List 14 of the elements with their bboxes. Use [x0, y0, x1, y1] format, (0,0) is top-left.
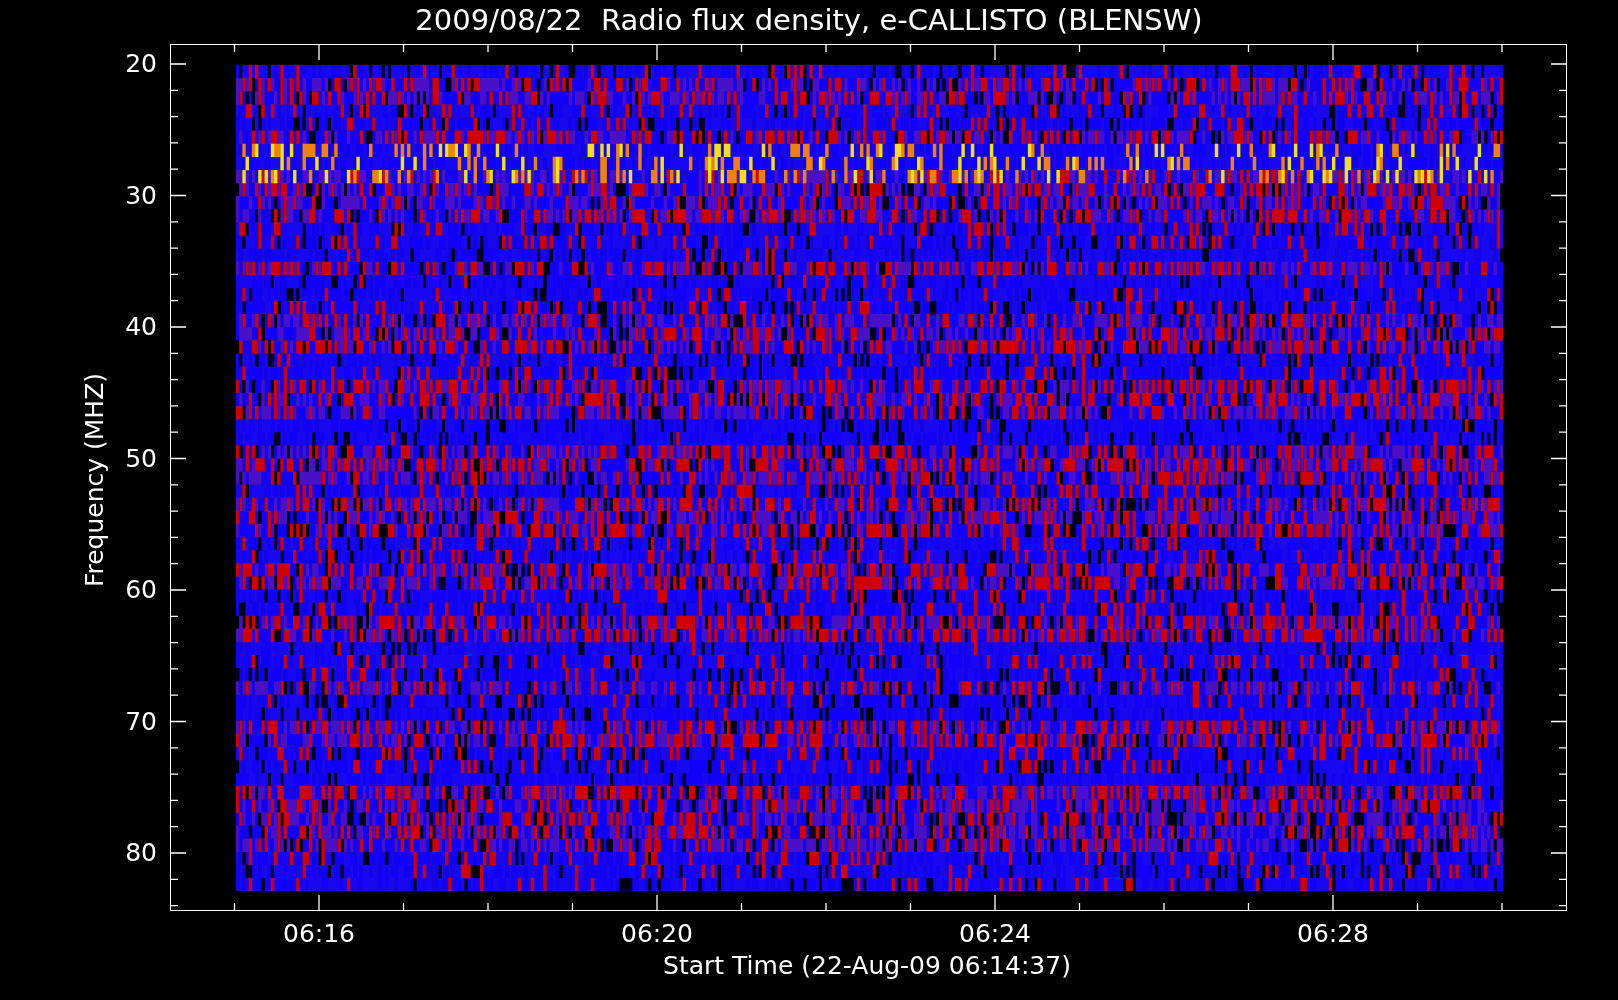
y-tick-label: 40 [125, 313, 157, 341]
y-tick-label: 70 [125, 707, 157, 736]
x-axis-label: Start Time (22-Aug-09 06:14:37) [663, 952, 1071, 980]
chart-title: 2009/08/22 Radio flux density, e-CALLISTO (BLENSW) [415, 2, 1203, 38]
x-tick-label: 06:28 [1297, 920, 1369, 948]
y-tick-label: 50 [125, 444, 157, 473]
y-tick-label: 80 [125, 839, 157, 867]
y-axis-label: Frequency (MHZ) [81, 372, 109, 588]
x-tick-label: 06:20 [621, 920, 693, 948]
y-tick-label: 30 [125, 181, 157, 210]
x-tick-label: 06:16 [283, 920, 355, 948]
y-tick-label: 20 [125, 50, 157, 78]
y-tick-label: 60 [125, 576, 157, 604]
x-tick-label: 06:24 [959, 920, 1031, 948]
